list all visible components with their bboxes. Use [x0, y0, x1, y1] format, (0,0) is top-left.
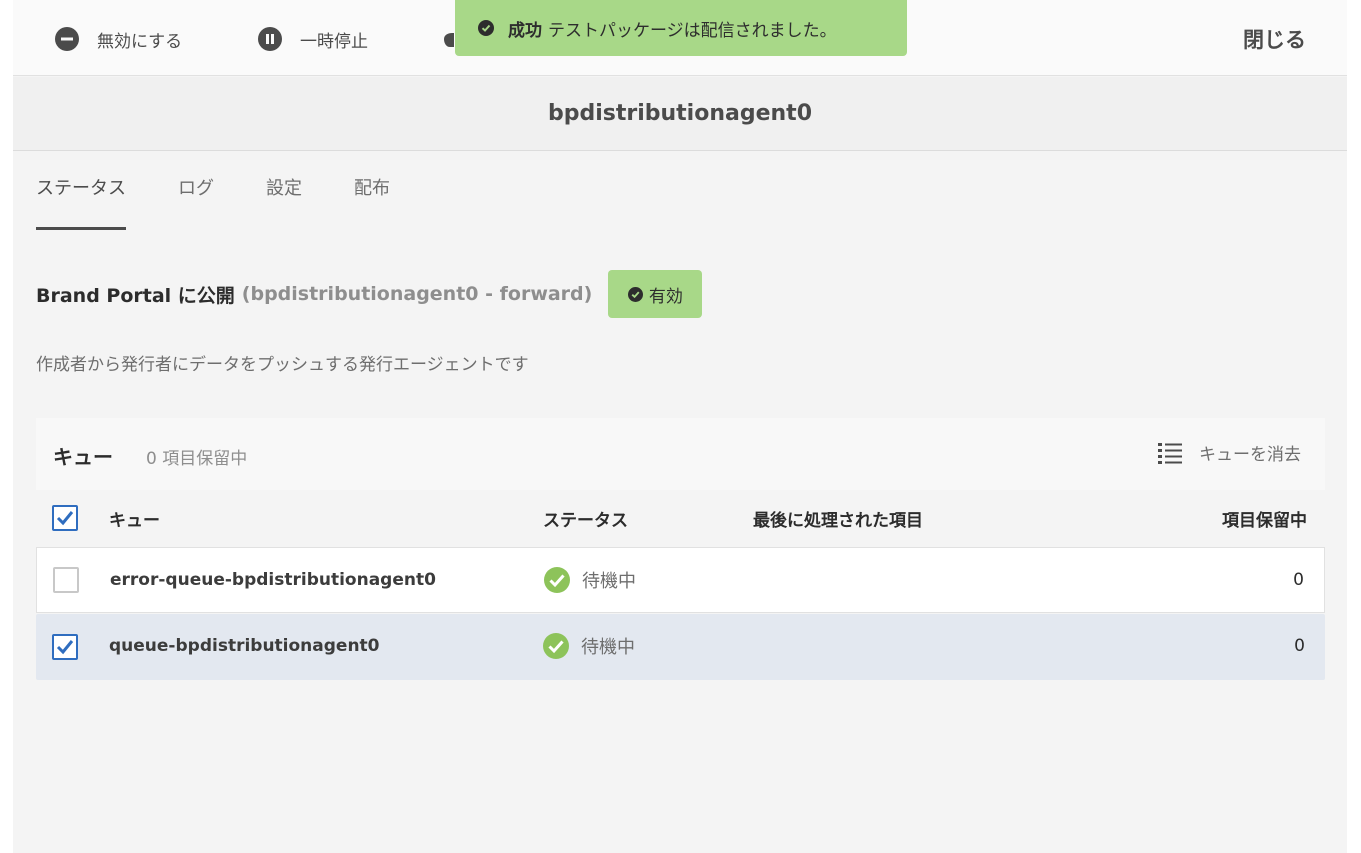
- select-all-checkbox[interactable]: [52, 505, 78, 531]
- tab-status[interactable]: ステータス: [36, 174, 126, 230]
- queue-status: 待機中: [543, 633, 635, 659]
- row-checkbox[interactable]: [53, 567, 79, 593]
- agent-subtitle: (bpdistributionagent0 - forward): [241, 283, 593, 305]
- table-row[interactable]: error-queue-bpdistributionagent0 待機中 0: [36, 547, 1325, 613]
- checkmark-icon: [56, 640, 74, 655]
- column-header-pending[interactable]: 項目保留中: [1222, 506, 1307, 531]
- check-circle-icon: [478, 20, 494, 36]
- enabled-status-badge: 有効: [608, 270, 703, 318]
- pending-count: 0 項目保留中: [146, 449, 248, 469]
- tab-distribute[interactable]: 配布: [354, 174, 390, 222]
- queue-panel-header: キュー 0 項目保留中 キューを消去: [36, 418, 1325, 490]
- column-header-status[interactable]: ステータス: [543, 506, 628, 531]
- disable-button[interactable]: 無効にする: [55, 26, 182, 52]
- minus-circle-icon: [55, 27, 79, 51]
- check-circle-icon: [544, 567, 570, 593]
- distribution-agent-page: 無効にする 一時停止 閉じる 成功 テストパッケージは配信されました。 bpdi…: [13, 0, 1347, 853]
- success-toast: 成功 テストパッケージは配信されました。: [455, 0, 907, 56]
- row-checkbox[interactable]: [52, 634, 78, 660]
- agent-header: Brand Portal に公開 (bpdistributionagent0 -…: [36, 270, 703, 318]
- tab-log[interactable]: ログ: [178, 174, 214, 222]
- queue-name: error-queue-bpdistributionagent0: [110, 570, 436, 590]
- clear-queue-button[interactable]: キューを消去: [1158, 440, 1301, 465]
- queue-status: 待機中: [544, 567, 636, 593]
- clear-queue-label: キューを消去: [1199, 445, 1301, 465]
- agent-name-title: bpdistributionagent0: [13, 77, 1347, 151]
- pause-label: 一時停止: [300, 31, 368, 52]
- tab-bar: ステータス ログ 設定 配布: [36, 174, 442, 230]
- status-label: 待機中: [581, 637, 635, 658]
- pending-items: 0: [1293, 570, 1304, 590]
- checkmark-icon: [56, 511, 74, 526]
- tab-settings[interactable]: 設定: [266, 174, 302, 222]
- column-header-last-processed[interactable]: 最後に処理された項目: [753, 506, 923, 531]
- pause-circle-icon: [258, 27, 282, 51]
- pause-button[interactable]: 一時停止: [258, 26, 368, 52]
- toast-title: 成功: [508, 20, 542, 41]
- queue-name: queue-bpdistributionagent0: [109, 636, 380, 656]
- list-icon: [1158, 442, 1182, 464]
- check-circle-icon: [627, 286, 643, 302]
- table-row[interactable]: queue-bpdistributionagent0 待機中 0: [36, 614, 1325, 680]
- queue-panel-title: キュー: [53, 445, 113, 469]
- pending-items: 0: [1294, 636, 1305, 656]
- status-label: 待機中: [582, 571, 636, 592]
- agent-title: Brand Portal に公開: [36, 284, 235, 307]
- badge-label: 有効: [648, 286, 683, 307]
- toast-message: テストパッケージは配信されました。: [548, 20, 837, 41]
- close-button[interactable]: 閉じる: [1243, 24, 1306, 54]
- disable-label: 無効にする: [97, 31, 183, 52]
- column-header-queue[interactable]: キュー: [109, 506, 160, 531]
- check-circle-icon: [543, 633, 569, 659]
- agent-description: 作成者から発行者にデータをプッシュする発行エージェントです: [36, 355, 529, 375]
